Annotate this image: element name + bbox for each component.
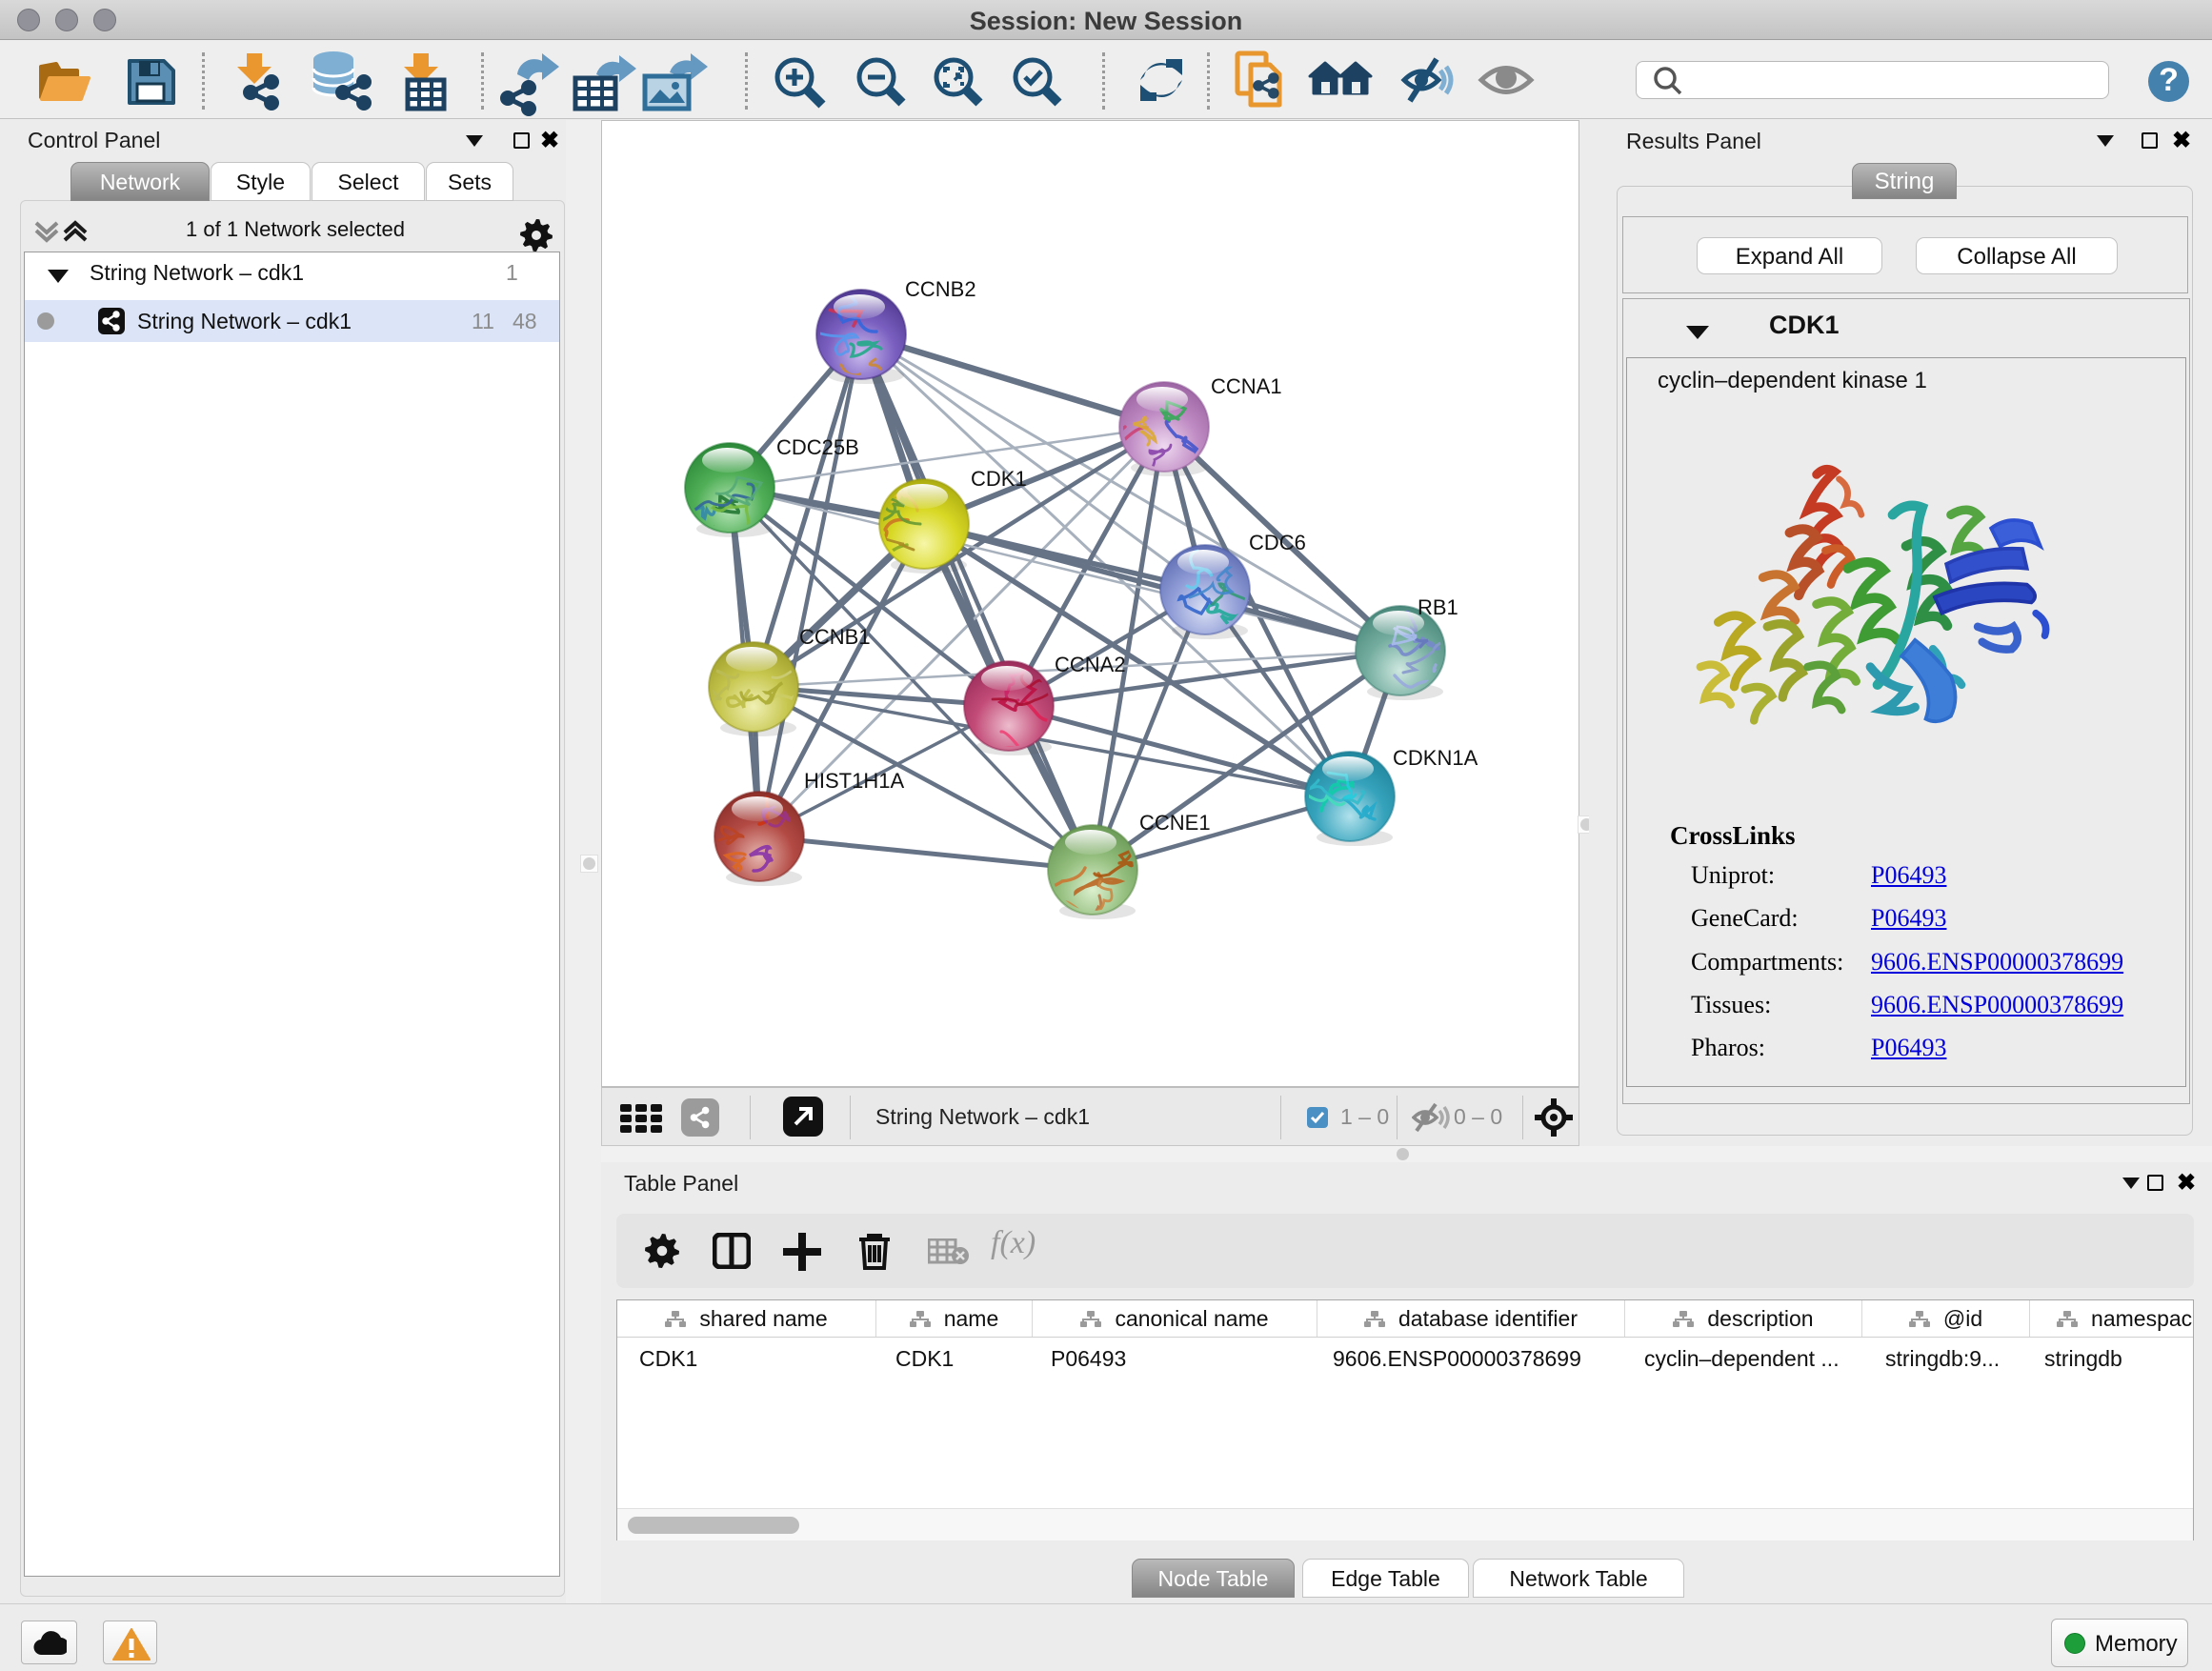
svg-text:?: ? [2159,62,2179,98]
svg-text:CDK1: CDK1 [971,467,1027,491]
svg-text:HIST1H1A: HIST1H1A [804,769,904,793]
svg-text:CCNB1: CCNB1 [799,625,871,649]
svg-text:RB1: RB1 [1418,595,1458,619]
svg-text:CDC6: CDC6 [1249,531,1306,554]
svg-text:CCNA2: CCNA2 [1055,653,1126,676]
svg-text:CDKN1A: CDKN1A [1393,746,1478,770]
svg-text:CCNB2: CCNB2 [905,277,976,301]
svg-text:CDC25B: CDC25B [776,435,859,459]
svg-text:CCNA1: CCNA1 [1211,374,1282,398]
svg-text:CCNE1: CCNE1 [1139,811,1211,835]
